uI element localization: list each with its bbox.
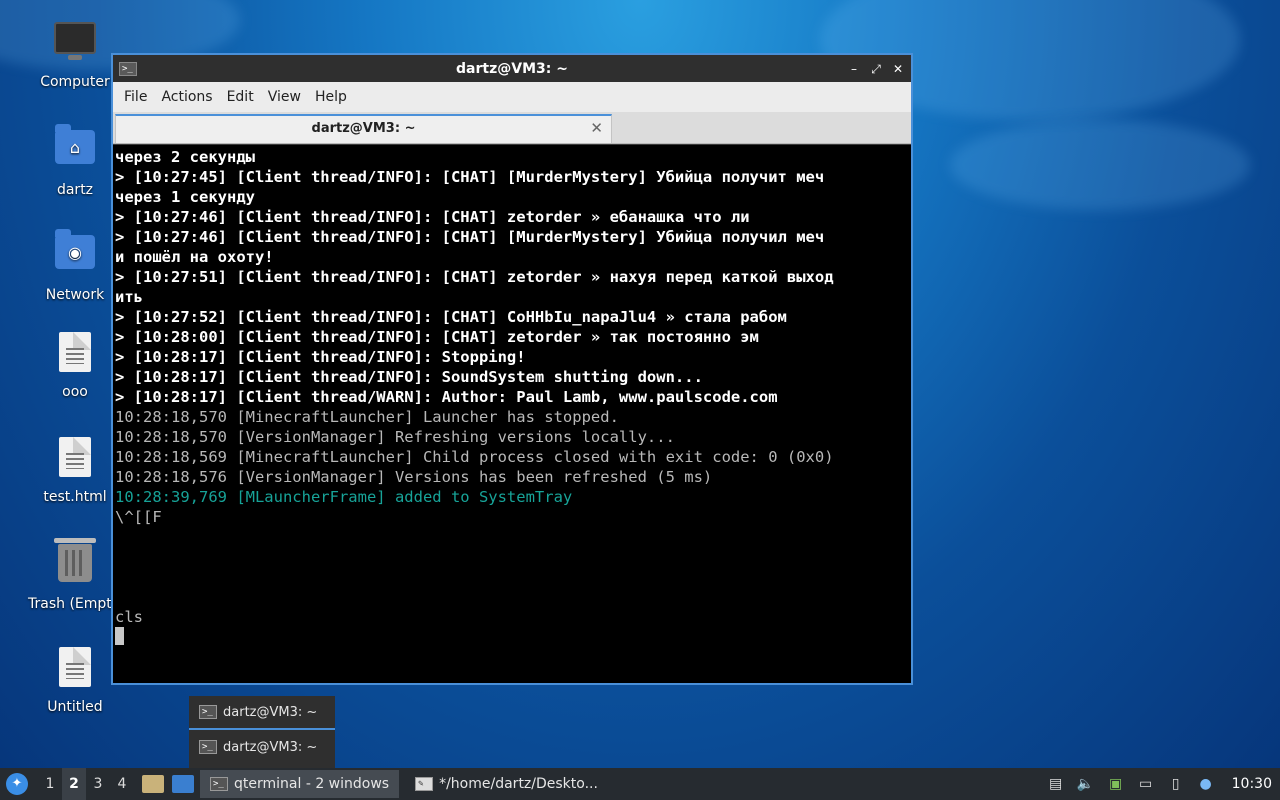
notes-icon[interactable]: ▯ — [1166, 774, 1186, 794]
tab-bar: dartz@VM3: ~ ✕ — [113, 112, 911, 144]
window-list-item-label: dartz@VM3: ~ — [223, 704, 318, 720]
minimize-button[interactable]: – — [847, 62, 861, 76]
menu-bar: File Actions Edit View Help — [113, 82, 911, 112]
clipboard-icon[interactable]: ▤ — [1046, 774, 1066, 794]
terminal-icon: >_ — [199, 705, 217, 719]
text-file-icon — [52, 437, 98, 483]
maximize-button[interactable]: ⤢ — [869, 62, 883, 76]
terminal-line: 10:28:18,570 [MinecraftLauncher] Launche… — [115, 408, 619, 426]
network-folder-icon: ◉ — [52, 229, 98, 281]
terminal-line: 10:28:18,576 [VersionManager] Versions h… — [115, 468, 713, 486]
update-notifier-icon[interactable]: ● — [1196, 774, 1216, 794]
terminal-line: \^[[F — [115, 508, 162, 526]
terminal-icon[interactable]: >_ — [119, 61, 137, 76]
tab-close-icon[interactable]: ✕ — [590, 119, 603, 137]
terminal-line: через 2 секунды — [115, 148, 255, 166]
workspace-3[interactable]: 3 — [86, 776, 110, 792]
system-tray: ▤ 🔈 ▣ ▭ ▯ ● 10:30 — [1046, 774, 1280, 794]
terminal-window: >_ dartz@VM3: ~ – ⤢ ✕ File Actions Edit … — [111, 53, 913, 685]
wallpaper-highlight — [950, 120, 1250, 210]
terminal-line: > [10:27:51] [Client thread/INFO]: [CHAT… — [115, 268, 834, 286]
computer-icon — [52, 22, 98, 68]
terminal-line: > [10:28:17] [Client thread/INFO]: Stopp… — [115, 348, 526, 366]
terminal-line: > [10:28:00] [Client thread/INFO]: [CHAT… — [115, 328, 759, 346]
workspace-1[interactable]: 1 — [38, 776, 62, 792]
task-label: qterminal - 2 windows — [234, 776, 390, 792]
terminal-line: > [10:27:46] [Client thread/INFO]: [CHAT… — [115, 228, 825, 246]
terminal-line: и пошёл на охоту! — [115, 248, 274, 266]
text-file-icon — [52, 332, 98, 378]
task-qterminal[interactable]: >_ qterminal - 2 windows — [200, 770, 400, 798]
volume-icon[interactable]: 🔈 — [1076, 774, 1096, 794]
network-monitor-icon[interactable]: ▭ — [1136, 774, 1156, 794]
terminal-output[interactable]: через 2 секунды > [10:27:45] [Client thre… — [113, 145, 911, 683]
window-titlebar[interactable]: >_ dartz@VM3: ~ – ⤢ ✕ — [113, 55, 911, 82]
taskbar-window-list-popup: >_ dartz@VM3: ~ >_ dartz@VM3: ~ — [189, 696, 335, 768]
workspace-4[interactable]: 4 — [110, 776, 134, 792]
terminal-line: 10:28:39,769 [MLauncherFrame] added to S… — [115, 488, 573, 506]
window-list-item[interactable]: >_ dartz@VM3: ~ — [189, 730, 335, 764]
terminal-line: ить — [115, 288, 143, 306]
window-list-item-label: dartz@VM3: ~ — [223, 739, 318, 755]
home-folder-icon: ⌂ — [52, 124, 98, 176]
taskbar: ✦ 1 2 3 4 >_ qterminal - 2 windows ✎ */h… — [0, 768, 1280, 800]
task-label: */home/dartz/Deskto... — [439, 776, 598, 792]
file-manager-launcher-icon[interactable] — [142, 775, 164, 793]
task-text-editor[interactable]: ✎ */home/dartz/Deskto... — [405, 770, 608, 798]
terminal-icon: >_ — [210, 777, 228, 791]
menu-view[interactable]: View — [261, 89, 308, 105]
terminal-line: через 1 секунду — [115, 188, 255, 206]
text-editor-icon: ✎ — [415, 777, 434, 791]
minecraft-tray-icon[interactable]: ▣ — [1106, 774, 1126, 794]
terminal-line: > [10:27:52] [Client thread/INFO]: [CHAT… — [115, 308, 787, 326]
window-list-item[interactable]: >_ dartz@VM3: ~ — [189, 696, 335, 730]
menu-help[interactable]: Help — [308, 89, 354, 105]
terminal-cursor-line — [115, 627, 911, 647]
tab-terminal[interactable]: dartz@VM3: ~ ✕ — [115, 114, 612, 143]
window-title: dartz@VM3: ~ — [456, 60, 568, 77]
terminal-line: > [10:27:45] [Client thread/INFO]: [CHAT… — [115, 168, 825, 186]
menu-actions[interactable]: Actions — [154, 89, 219, 105]
start-menu-icon[interactable]: ✦ — [6, 773, 28, 795]
desktop-icon-label: Untitled — [47, 699, 103, 715]
terminal-line: > [10:27:46] [Client thread/INFO]: [CHAT… — [115, 208, 750, 226]
terminal-icon: >_ — [199, 740, 217, 754]
menu-file[interactable]: File — [117, 89, 154, 105]
tab-title: dartz@VM3: ~ — [311, 121, 416, 136]
terminal-line: 10:28:18,570 [VersionManager] Refreshing… — [115, 428, 675, 446]
text-file-icon — [52, 647, 98, 693]
trash-icon — [52, 538, 98, 590]
clock[interactable]: 10:30 — [1232, 776, 1272, 792]
terminal-line: cls — [115, 608, 143, 626]
terminal-line: 10:28:18,569 [MinecraftLauncher] Child p… — [115, 448, 834, 466]
show-desktop-icon[interactable] — [172, 775, 194, 793]
terminal-line: > [10:28:17] [Client thread/INFO]: Sound… — [115, 368, 703, 386]
terminal-cursor — [115, 627, 124, 645]
close-button[interactable]: ✕ — [891, 62, 905, 76]
menu-edit[interactable]: Edit — [220, 89, 261, 105]
workspace-2[interactable]: 2 — [62, 768, 86, 800]
terminal-line: > [10:28:17] [Client thread/WARN]: Autho… — [115, 388, 778, 406]
